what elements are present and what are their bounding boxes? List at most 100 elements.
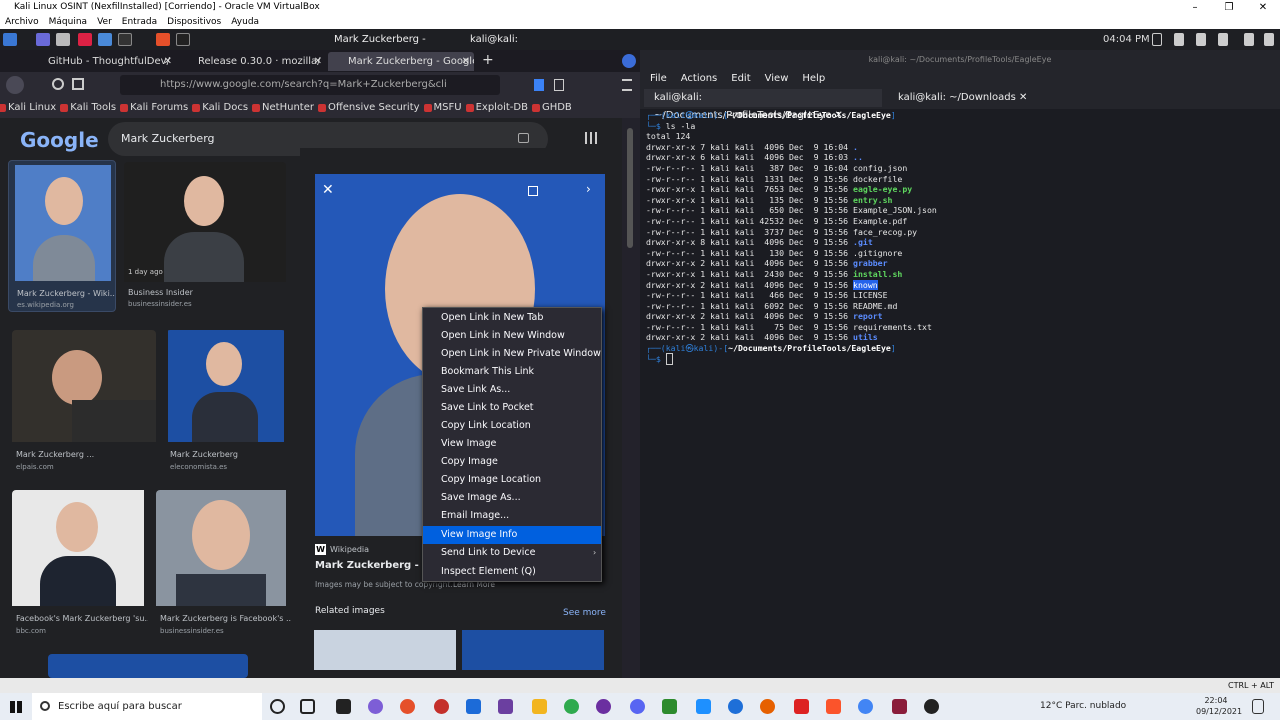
lens-icon[interactable] <box>528 186 538 196</box>
menu-copy-image[interactable]: Copy Image <box>423 453 601 471</box>
preview-source[interactable]: Wikipedia <box>330 545 369 554</box>
app-icon[interactable] <box>662 699 677 714</box>
tab-close-icon[interactable]: ✕ <box>164 52 172 71</box>
terminal-app-icon[interactable] <box>336 699 351 714</box>
google-logo[interactable]: Google <box>20 128 99 152</box>
app-icon[interactable] <box>368 699 383 714</box>
menu-email-image[interactable]: Email Image... <box>423 507 601 525</box>
browser-icon[interactable] <box>98 33 112 46</box>
bookmark-kali-linux[interactable]: Kali Linux <box>0 98 62 118</box>
workspace-icon[interactable] <box>36 33 50 46</box>
terminal-tab-downloads[interactable]: kali@kali: ~/Downloads ✕ <box>888 89 1028 107</box>
app-icon[interactable] <box>728 699 743 714</box>
close-window-icon[interactable] <box>622 54 636 68</box>
image-result[interactable]: Mark Zuckerberg is Facebook's ... busine… <box>156 490 292 640</box>
app-icon[interactable] <box>596 699 611 714</box>
related-image[interactable] <box>462 630 604 670</box>
new-tab-button[interactable]: + <box>482 52 494 68</box>
reload-icon[interactable] <box>52 78 64 90</box>
kali-menu-icon[interactable] <box>3 33 17 46</box>
app-icon[interactable] <box>498 699 513 714</box>
app-icon[interactable] <box>564 699 579 714</box>
menu-view-image-info[interactable]: View Image Info <box>423 526 601 544</box>
windows-start-icon[interactable] <box>10 701 22 713</box>
bookmark-exploit-db[interactable]: Exploit-DB <box>465 98 534 118</box>
terminal-window-icon[interactable] <box>176 33 190 46</box>
related-image[interactable] <box>314 630 456 670</box>
apps-grid-icon[interactable] <box>585 132 597 144</box>
app-icon[interactable] <box>924 699 939 714</box>
power-icon[interactable] <box>1264 33 1274 46</box>
tab-google[interactable]: Mark Zuckerberg - Google ✕ <box>328 52 474 71</box>
camera-icon[interactable] <box>518 133 529 143</box>
menu-inspect-element[interactable]: Inspect Element (Q) <box>423 563 601 581</box>
menu-archivo[interactable]: Archivo <box>5 15 39 29</box>
panel-clock[interactable]: 04:04 PM <box>1103 29 1150 50</box>
menu-copy-link-location[interactable]: Copy Link Location <box>423 417 601 435</box>
download-icon[interactable] <box>534 79 544 91</box>
bookmark-nethunter[interactable]: NetHunter <box>252 98 320 118</box>
task-view-icon[interactable] <box>300 699 315 714</box>
tab-close-icon[interactable]: ✕ <box>1019 92 1027 103</box>
image-result[interactable]: Mark Zuckerberg ... elpais.com <box>12 330 156 480</box>
notification-icon[interactable] <box>1196 33 1206 46</box>
task-terminal[interactable]: kali@kali: ~/Documents... <box>452 29 592 66</box>
image-result[interactable]: Mark Zuckerberg eleconomista.es <box>166 330 286 480</box>
app-icon[interactable] <box>466 699 481 714</box>
close-icon[interactable]: ✕ <box>322 182 334 198</box>
menu-open-link-new-tab[interactable]: Open Link in New Tab <box>423 309 601 327</box>
brave-icon[interactable] <box>826 699 841 714</box>
windows-search-box[interactable]: Escribe aquí para buscar <box>32 693 262 720</box>
bookmark-kali-forums[interactable]: Kali Forums <box>120 98 194 118</box>
display-icon[interactable] <box>1152 33 1162 46</box>
scrollbar[interactable] <box>622 118 640 678</box>
bookmark-kali-docs[interactable]: Kali Docs <box>192 98 254 118</box>
chevron-right-icon[interactable]: › <box>586 182 591 196</box>
taskbar-clock[interactable]: 22:04 09/12/2021 <box>1196 695 1242 717</box>
maximize-button[interactable]: ❐ <box>1212 0 1246 15</box>
library-icon[interactable] <box>554 79 564 91</box>
bookmark-msfu[interactable]: MSFU <box>423 98 468 118</box>
firefox-window-icon[interactable] <box>156 33 170 46</box>
bookmark-kali-tools[interactable]: Kali Tools <box>60 98 122 118</box>
app-icon[interactable] <box>434 699 449 714</box>
discord-icon[interactable] <box>630 699 645 714</box>
virtualbox-icon[interactable] <box>892 699 907 714</box>
notification-center-icon[interactable] <box>1252 699 1264 714</box>
menu-save-link-as[interactable]: Save Link As... <box>423 381 601 399</box>
url-bar[interactable]: https://www.google.com/search?q=Mark+Zuc… <box>120 75 500 95</box>
home-icon[interactable] <box>72 78 84 90</box>
bookmark-offensive-security[interactable]: Offensive Security <box>317 98 426 118</box>
menu-actions[interactable]: Actions <box>681 70 718 87</box>
image-result[interactable] <box>48 654 248 678</box>
firefox-icon[interactable] <box>760 699 775 714</box>
file-explorer-icon[interactable] <box>532 699 547 714</box>
menu-dispositivos[interactable]: Dispositivos <box>167 15 221 29</box>
image-result[interactable]: Facebook's Mark Zuckerberg 'su... bbc.co… <box>12 490 148 640</box>
tab-github[interactable]: GitHub - ThoughtfulDev/✕ <box>28 52 176 71</box>
terminal-tab-eagleeye[interactable]: kali@kali: ~/Documents/ProfileTools/Eagl… <box>644 89 882 121</box>
menu-open-link-private-window[interactable]: Open Link in New Private Window <box>423 345 601 363</box>
file-manager-icon[interactable] <box>56 33 70 46</box>
firefox-launcher-icon[interactable] <box>78 33 92 46</box>
tab-release[interactable]: Release 0.30.0 · mozilla/✕ <box>178 52 326 71</box>
menu-open-link-new-window[interactable]: Open Link in New Window <box>423 327 601 345</box>
cortana-icon[interactable] <box>270 699 285 714</box>
close-button[interactable]: ✕ <box>1246 0 1280 15</box>
chrome-icon[interactable] <box>858 699 873 714</box>
menu-edit[interactable]: Edit <box>731 70 750 87</box>
image-result[interactable]: 1 day ago Business Insider businessinsid… <box>124 162 286 312</box>
menu-send-link-to-device[interactable]: Send Link to Device <box>423 544 601 562</box>
menu-copy-image-location[interactable]: Copy Image Location <box>423 471 601 489</box>
menu-help[interactable]: Help <box>802 70 825 87</box>
volume-icon[interactable] <box>1174 33 1184 46</box>
menu-file[interactable]: File <box>650 70 667 87</box>
menu-entrada[interactable]: Entrada <box>122 15 157 29</box>
menu-icon[interactable] <box>622 79 632 91</box>
image-result[interactable]: Mark Zuckerberg - Wiki... es.wikipedia.o… <box>8 160 116 312</box>
minimize-button[interactable]: – <box>1178 0 1212 15</box>
menu-save-image-as[interactable]: Save Image As... <box>423 489 601 507</box>
menu-save-link-pocket[interactable]: Save Link to Pocket <box>423 399 601 417</box>
menu-bookmark-link[interactable]: Bookmark This Link <box>423 363 601 381</box>
back-icon[interactable] <box>6 76 24 94</box>
